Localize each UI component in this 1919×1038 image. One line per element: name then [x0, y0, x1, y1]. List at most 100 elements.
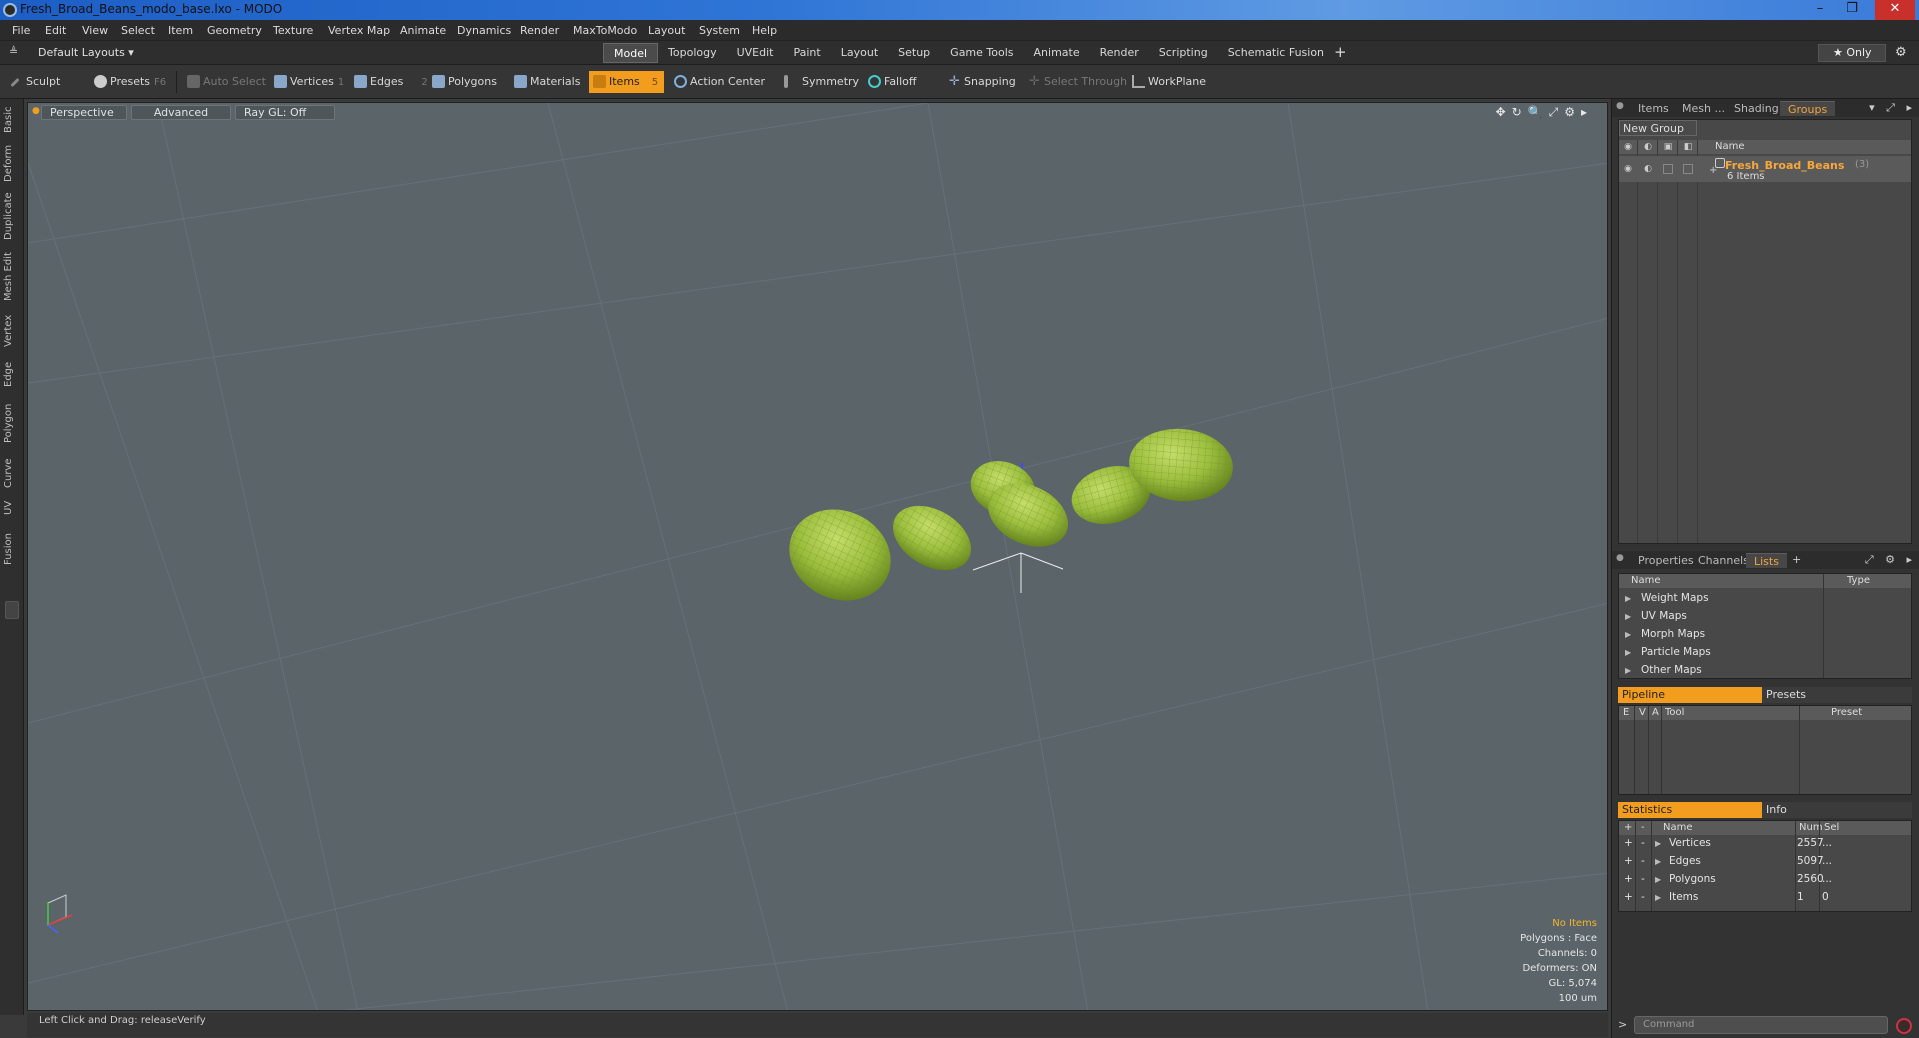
add-selection-button[interactable]: + [1624, 891, 1633, 903]
panel-options-icons[interactable]: ⤢ ⚙ ▸ [1865, 553, 1916, 567]
add-selection-button[interactable]: + [1624, 873, 1633, 885]
only-toggle[interactable]: ★ Only [1818, 44, 1886, 62]
vtab-mesh-edit[interactable]: Mesh Edit [3, 251, 21, 303]
tab-animate[interactable]: Animate [1024, 43, 1090, 63]
panel-menu-dot[interactable]: ● [1616, 101, 1624, 111]
materials-button[interactable]: Materials [510, 71, 586, 93]
select-checkbox[interactable] [1683, 164, 1693, 174]
snapping-button[interactable]: ✛ Snapping [944, 71, 1022, 93]
menu-view[interactable]: View [82, 24, 108, 37]
tab-uvedit[interactable]: UVEdit [727, 43, 784, 63]
tab-layout[interactable]: Layout [831, 43, 888, 63]
panel-options-icons[interactable]: ▾ ⤢ ▸ [1869, 101, 1916, 115]
layout-dropdown[interactable]: Default Layouts ▾ [38, 46, 134, 59]
menu-system[interactable]: System [699, 24, 740, 37]
tab-model[interactable]: Model [603, 43, 659, 63]
menu-help[interactable]: Help [752, 24, 777, 37]
menu-file[interactable]: File [12, 24, 30, 37]
menu-item[interactable]: Item [168, 24, 193, 37]
command-input[interactable]: Command [1634, 1016, 1888, 1034]
menu-maxtomodo[interactable]: MaxToModo [573, 24, 637, 37]
lock-checkbox[interactable] [1663, 164, 1673, 174]
raygl-toggle[interactable]: Ray GL: Off [235, 105, 335, 120]
select-icon[interactable]: ◧ [1683, 142, 1693, 152]
vtab-edge[interactable]: Edge [3, 357, 21, 391]
vtab-fusion[interactable]: Fusion [3, 529, 21, 569]
stat-row[interactable]: + - ▶ Vertices 2557 ... [1619, 835, 1911, 853]
vertices-button[interactable]: Vertices 1 [270, 71, 350, 93]
render-icon[interactable]: ◐ [1643, 164, 1653, 174]
tab-schematic-fusion[interactable]: Schematic Fusion [1218, 43, 1334, 63]
layout-collapse-icon[interactable]: ≜ [9, 45, 18, 58]
list-item[interactable]: ▶ UV Maps [1619, 608, 1911, 626]
add-selection-button[interactable]: + [1624, 837, 1633, 849]
remove-selection-button[interactable]: - [1641, 873, 1645, 885]
list-item[interactable]: ▶ Weight Maps [1619, 590, 1911, 608]
tab-groups[interactable]: Groups [1780, 101, 1836, 116]
menu-texture[interactable]: Texture [273, 24, 313, 37]
falloff-button[interactable]: Falloff [864, 71, 922, 93]
tab-game-tools[interactable]: Game Tools [940, 43, 1023, 63]
vtab-deform[interactable]: Deform [3, 143, 21, 183]
visibility-eye-icon[interactable]: ◉ [1623, 142, 1633, 152]
vtab-polygon[interactable]: Polygon [3, 399, 21, 447]
remove-selection-button[interactable]: - [1641, 837, 1645, 849]
tab-setup[interactable]: Setup [888, 43, 940, 63]
tab-render[interactable]: Render [1090, 43, 1149, 63]
menu-animate[interactable]: Animate [400, 24, 446, 37]
lock-icon[interactable]: ▣ [1663, 142, 1673, 152]
list-item[interactable]: ▶ Morph Maps [1619, 626, 1911, 644]
viewport-menu-dot[interactable]: ● [32, 106, 40, 116]
presets-button[interactable]: Presets F6 [90, 71, 172, 93]
vtab-vertex[interactable]: Vertex [3, 311, 21, 351]
command-history-button[interactable] [1896, 1018, 1912, 1034]
select-through-button[interactable]: ✛ Select Through [1024, 71, 1133, 93]
menu-render[interactable]: Render [520, 24, 559, 37]
stat-row[interactable]: + - ▶ Edges 5097 ... [1619, 853, 1911, 871]
add-panel-tab-button[interactable]: + [1792, 553, 1801, 566]
shading-dropdown[interactable]: Advanced [131, 105, 231, 120]
maximize-button[interactable]: ❐ [1838, 0, 1866, 20]
menu-vertex-map[interactable]: Vertex Map [328, 24, 390, 37]
tab-pipeline[interactable]: Pipeline [1618, 687, 1762, 703]
remove-selection-button[interactable]: - [1641, 855, 1645, 867]
tab-lists[interactable]: Lists [1746, 553, 1787, 568]
tab-paint[interactable]: Paint [784, 43, 831, 63]
menu-layout[interactable]: Layout [648, 24, 685, 37]
add-selection-button[interactable]: + [1624, 855, 1633, 867]
sculpt-button[interactable]: Sculpt [6, 71, 66, 93]
new-group-button[interactable]: New Group [1619, 120, 1697, 136]
polygons-button[interactable]: Polygons [428, 71, 503, 93]
expand-icon[interactable]: ▶ [1655, 893, 1661, 902]
menu-geometry[interactable]: Geometry [207, 24, 262, 37]
tab-presets[interactable]: Presets [1766, 687, 1806, 703]
strip-toggle-button[interactable] [5, 601, 19, 619]
tab-mesh[interactable]: Mesh ... [1674, 101, 1733, 116]
action-center-button[interactable]: Action Center [670, 71, 771, 93]
visibility-eye-icon[interactable]: ◉ [1623, 164, 1633, 174]
3d-viewport[interactable]: ● Perspective Advanced Ray GL: Off ✥↻🔍⤢⚙… [27, 102, 1608, 1011]
menu-dynamics[interactable]: Dynamics [457, 24, 511, 37]
panel-menu-dot[interactable]: ● [1616, 553, 1624, 563]
menu-select[interactable]: Select [121, 24, 155, 37]
vtab-basic[interactable]: Basic [3, 103, 21, 137]
list-item[interactable]: ▶ Particle Maps [1619, 644, 1911, 662]
symmetry-button[interactable]: Symmetry [776, 71, 865, 93]
close-button[interactable]: ✕ [1875, 0, 1915, 20]
stat-row[interactable]: + - ▶ Items 1 0 [1619, 889, 1911, 907]
expand-icon[interactable]: ▶ [1655, 839, 1661, 848]
tab-topology[interactable]: Topology [658, 43, 727, 63]
workplane-button[interactable]: WorkPlane [1128, 71, 1212, 93]
vtab-curve[interactable]: Curve [3, 455, 21, 491]
remove-selection-button[interactable]: - [1641, 891, 1645, 903]
menu-edit[interactable]: Edit [45, 24, 66, 37]
tab-info[interactable]: Info [1766, 802, 1787, 818]
auto-select-button[interactable]: Auto Select [183, 71, 272, 93]
tab-shading[interactable]: Shading [1726, 101, 1787, 116]
add-tab-button[interactable]: + [1334, 43, 1347, 61]
tab-statistics[interactable]: Statistics [1618, 802, 1762, 818]
items-button[interactable]: Items 5 [589, 71, 664, 93]
vtab-uv[interactable]: UV [3, 497, 21, 519]
tab-scripting[interactable]: Scripting [1149, 43, 1218, 63]
viewport-nav-icons[interactable]: ✥↻🔍⤢⚙▸ [1496, 105, 1593, 120]
